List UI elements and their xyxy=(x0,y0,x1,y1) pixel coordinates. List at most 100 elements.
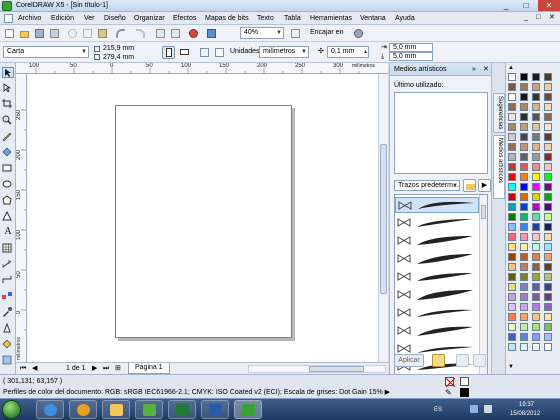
snap-to-menu[interactable]: Encajar en xyxy=(310,28,343,38)
color-swatch[interactable] xyxy=(520,173,528,181)
shape-tool-icon[interactable] xyxy=(2,83,14,94)
color-swatch[interactable] xyxy=(544,213,552,221)
crop-tool-icon[interactable] xyxy=(2,99,14,110)
color-swatch[interactable] xyxy=(544,173,552,181)
color-swatch[interactable] xyxy=(544,253,552,261)
color-swatch[interactable] xyxy=(508,133,516,141)
rectangle-tool-icon[interactable] xyxy=(2,163,14,174)
color-swatch[interactable] xyxy=(532,123,540,131)
duplicate-y-field[interactable]: 5,0 mm xyxy=(389,52,433,61)
color-swatch[interactable] xyxy=(532,73,540,81)
canvas-vertical-scrollbar[interactable] xyxy=(378,74,388,362)
color-swatch[interactable] xyxy=(532,133,540,141)
color-swatch[interactable] xyxy=(520,323,528,331)
color-swatch[interactable] xyxy=(520,103,528,111)
color-swatch[interactable] xyxy=(532,223,540,231)
drawing-page[interactable] xyxy=(115,105,292,338)
color-swatch[interactable] xyxy=(508,213,516,221)
excel-icon[interactable] xyxy=(168,400,196,419)
last-page-icon[interactable]: ⏭ xyxy=(103,364,109,373)
color-swatch[interactable] xyxy=(532,313,540,321)
color-swatch[interactable] xyxy=(520,253,528,261)
fill-swatch[interactable] xyxy=(460,377,469,386)
color-swatch[interactable] xyxy=(508,83,516,91)
all-pages-icon[interactable] xyxy=(198,46,211,59)
color-swatch[interactable] xyxy=(544,73,552,81)
application-launcher-icon[interactable] xyxy=(187,27,200,40)
start-button[interactable] xyxy=(2,400,21,419)
color-swatch[interactable] xyxy=(544,313,552,321)
ellipse-tool-icon[interactable] xyxy=(2,179,14,190)
color-swatch[interactable] xyxy=(520,343,528,351)
save-stroke-icon[interactable] xyxy=(456,354,469,367)
import-icon[interactable] xyxy=(154,27,167,40)
color-swatch[interactable] xyxy=(532,163,540,171)
doc-minimize-button[interactable]: _ xyxy=(524,13,528,23)
color-swatch[interactable] xyxy=(532,93,540,101)
color-swatch[interactable] xyxy=(520,303,528,311)
color-swatch[interactable] xyxy=(532,213,540,221)
color-swatch[interactable] xyxy=(532,233,540,241)
smart-fill-tool-icon[interactable] xyxy=(2,147,14,158)
menu-tabla[interactable]: Tabla xyxy=(284,14,301,23)
color-swatch[interactable] xyxy=(544,163,552,171)
color-swatch[interactable] xyxy=(508,253,516,261)
close-window-button[interactable]: ✕ xyxy=(538,0,560,11)
color-swatch[interactable] xyxy=(520,313,528,321)
internet-explorer-icon[interactable] xyxy=(36,400,64,419)
color-swatch[interactable] xyxy=(544,293,552,301)
paper-type-select[interactable]: Carta ▼ xyxy=(3,46,89,58)
open-folder-icon[interactable] xyxy=(18,27,31,40)
tab-medios-artisticos[interactable]: Medios artísticos xyxy=(493,135,505,199)
language-indicator[interactable]: ES xyxy=(434,407,442,414)
color-swatch[interactable] xyxy=(532,153,540,161)
connector-tool-icon[interactable] xyxy=(2,275,14,286)
scroll-thumb[interactable] xyxy=(309,366,364,372)
nudge-distance-field[interactable]: 0,1 mm ▴ xyxy=(327,46,369,58)
add-page-icon[interactable]: ⊞ xyxy=(115,364,121,373)
previous-page-icon[interactable]: ◀ xyxy=(32,364,37,373)
color-swatch[interactable] xyxy=(544,303,552,311)
current-page-icon[interactable] xyxy=(213,46,226,59)
color-swatch[interactable] xyxy=(532,203,540,211)
stroke-item[interactable] xyxy=(395,251,479,267)
color-swatch[interactable] xyxy=(544,323,552,331)
color-eyedropper-tool-icon[interactable] xyxy=(2,307,14,318)
color-swatch[interactable] xyxy=(508,263,516,271)
volume-icon[interactable] xyxy=(484,405,492,413)
color-swatch[interactable] xyxy=(508,143,516,151)
color-swatch[interactable] xyxy=(544,153,552,161)
media-player-icon[interactable] xyxy=(69,400,97,419)
undo-icon[interactable] xyxy=(114,27,127,40)
stroke-item[interactable] xyxy=(395,287,479,303)
color-swatch[interactable] xyxy=(520,153,528,161)
color-swatch[interactable] xyxy=(532,343,540,351)
horizontal-ruler[interactable]: 100 50 0 50 100 150 200 250 300 milímetr… xyxy=(16,63,388,74)
scroll-thumb[interactable] xyxy=(380,144,387,294)
apply-button[interactable]: Aplicar xyxy=(394,354,424,367)
maximize-button[interactable]: □ xyxy=(516,0,536,11)
color-swatch[interactable] xyxy=(520,133,528,141)
color-swatch[interactable] xyxy=(508,203,516,211)
stroke-item[interactable] xyxy=(395,323,479,339)
menu-efectos[interactable]: Efectos xyxy=(173,14,196,23)
minimize-button[interactable]: _ xyxy=(496,0,516,11)
color-swatch[interactable] xyxy=(532,113,540,121)
blend-tool-icon[interactable] xyxy=(2,291,14,302)
options-icon[interactable] xyxy=(352,27,365,40)
color-swatch[interactable] xyxy=(532,143,540,151)
palette-scroll-up-icon[interactable]: ▲ xyxy=(508,65,514,72)
color-swatch[interactable] xyxy=(508,183,516,191)
color-swatch[interactable] xyxy=(520,123,528,131)
color-swatch[interactable] xyxy=(544,283,552,291)
portrait-icon[interactable] xyxy=(162,46,175,59)
outline-pen-tool-icon[interactable] xyxy=(2,322,14,334)
color-swatch[interactable] xyxy=(544,93,552,101)
table-tool-icon[interactable] xyxy=(2,243,14,254)
color-swatch[interactable] xyxy=(532,193,540,201)
menu-herramientas[interactable]: Herramientas xyxy=(310,14,352,23)
color-swatch[interactable] xyxy=(508,313,516,321)
docker-flyout-icon[interactable]: ▶ xyxy=(478,179,491,192)
menu-organizar[interactable]: Organizar xyxy=(134,14,165,23)
color-swatch[interactable] xyxy=(508,93,516,101)
